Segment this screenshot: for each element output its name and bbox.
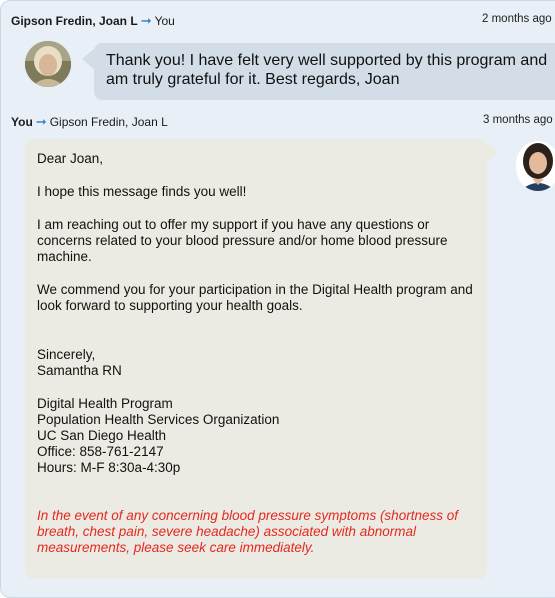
message-time: 2 months ago xyxy=(482,13,552,25)
message-body: Thank you! I have felt very well support… xyxy=(106,52,548,88)
message-time: 3 months ago xyxy=(483,114,553,126)
incoming-message-bubble: Thank you! I have felt very well support… xyxy=(82,43,555,100)
sender-name: You xyxy=(11,115,33,129)
closing: Sincerely, xyxy=(37,347,96,362)
message-header-2: You ➞ Gipson Fredin, Joan L xyxy=(11,114,168,130)
recipient-name: You xyxy=(154,14,175,28)
greeting: Dear Joan, xyxy=(37,151,104,166)
signature-line: Digital Health Program xyxy=(37,396,173,411)
message-header-1: Gipson Fredin, Joan L ➞ You xyxy=(11,13,175,29)
right-arrow-icon: ➞ xyxy=(35,114,47,129)
outgoing-message-bubble: Dear Joan, I hope this message finds you… xyxy=(25,139,497,579)
message-thread: Gipson Fredin, Joan L ➞ You 2 months ago T… xyxy=(0,0,555,598)
avatar xyxy=(516,141,555,191)
message-body: Dear Joan, I hope this message finds you… xyxy=(37,151,482,556)
paragraph: I am reaching out to offer my support if… xyxy=(37,217,448,264)
signature-line: Hours: M-F 8:30a-4:30p xyxy=(37,460,181,475)
sender-name: Gipson Fredin, Joan L xyxy=(11,14,138,28)
warning-text: In the event of any concerning blood pre… xyxy=(37,508,458,555)
paragraph: We commend you for your participation in… xyxy=(37,282,473,313)
signature-line: UC San Diego Health xyxy=(37,428,167,443)
signer-name: Samantha RN xyxy=(37,363,122,378)
signature-line: Population Health Services Organization xyxy=(37,412,280,427)
right-arrow-icon: ➞ xyxy=(140,13,152,28)
recipient-name: Gipson Fredin, Joan L xyxy=(49,115,168,129)
signature-line: Office: 858-761-2147 xyxy=(37,444,164,459)
paragraph: I hope this message finds you well! xyxy=(37,184,247,199)
avatar xyxy=(25,41,71,87)
